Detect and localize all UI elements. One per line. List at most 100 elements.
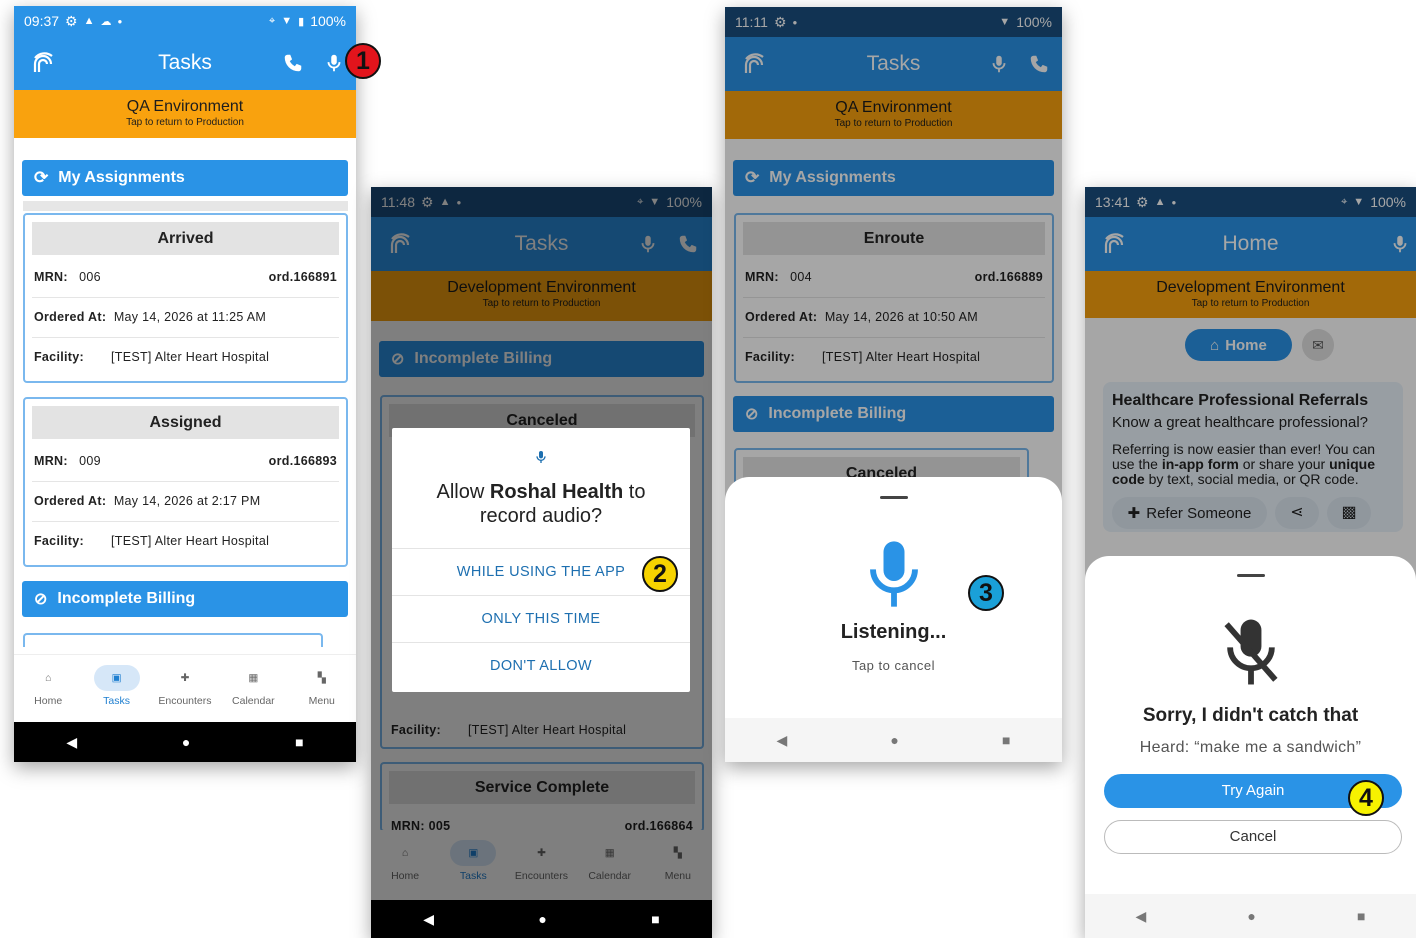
nav-label: Tasks (103, 695, 130, 707)
tap-to-cancel[interactable]: Tap to cancel (725, 658, 1062, 673)
mrn-value: 006 (79, 270, 101, 284)
step-badge: 2 (642, 556, 678, 592)
cancel-button[interactable]: Cancel (1104, 820, 1402, 854)
card-status: Arrived (32, 222, 339, 255)
nav-calendar[interactable]: ▦ Calendar (223, 665, 283, 707)
ordered-at-label: Ordered At: (34, 494, 107, 508)
back-icon[interactable]: ◀ (423, 911, 434, 928)
back-icon[interactable]: ◀ (66, 734, 77, 751)
card-status: Assigned (32, 406, 339, 439)
facility-label: Facility: (34, 534, 84, 548)
cloud-icon: ☁ (100, 15, 112, 28)
divider (32, 337, 339, 338)
voice-error-bottom-sheet: Sorry, I didn't catch that Heard: “make … (1085, 556, 1416, 938)
recents-icon[interactable]: ■ (651, 911, 659, 927)
error-title: Sorry, I didn't catch that (1142, 705, 1359, 726)
microphone-icon[interactable] (323, 52, 345, 74)
ordered-at-label: Ordered At: (34, 310, 107, 324)
environment-subtitle: Tap to return to Production (126, 117, 244, 128)
back-icon[interactable]: ◀ (777, 732, 788, 749)
home-circle-icon[interactable]: ● (1247, 908, 1255, 924)
environment-banner[interactable]: QA Environment Tap to return to Producti… (14, 90, 356, 138)
app-title: Tasks (158, 51, 212, 74)
dont-allow-button[interactable]: DON'T ALLOW (392, 642, 690, 689)
battery-percent: 100% (310, 13, 346, 29)
mrn-label: MRN: (34, 270, 68, 284)
divider (32, 297, 339, 298)
status-time: 09:37 (24, 13, 60, 29)
dialog-title-pre: Allow (436, 481, 485, 503)
gear-icon: ⚙ (65, 12, 78, 29)
section-title: My Assignments (58, 169, 185, 186)
sheet-handle (879, 496, 908, 499)
step-badge: 1 (345, 43, 381, 79)
facility-value: [TEST] Alter Heart Hospital (111, 534, 270, 548)
bottom-navigation: ⌂ Home ▣ Tasks ✚ Encounters ▦ Calendar ▚ Menu (14, 654, 356, 722)
home-circle-icon[interactable]: ● (890, 732, 898, 748)
system-navigation-bar: ◀ ● ■ (371, 900, 712, 938)
listening-title: Listening... (840, 621, 947, 643)
system-navigation-bar: ◀ ● ■ (14, 722, 356, 762)
facility-label: Facility: (34, 350, 84, 364)
check-circle-icon: ⊘ (34, 591, 48, 608)
phone-icon[interactable] (282, 52, 304, 74)
wifi-icon: ▼ (281, 15, 293, 27)
home-circle-icon[interactable]: ● (182, 734, 190, 750)
recents-icon[interactable]: ■ (295, 734, 303, 750)
dialog-app-name: Roshal Health (489, 481, 624, 503)
app-logo-icon (33, 52, 53, 72)
step-badge: 4 (1348, 780, 1384, 816)
inbox-icon: ▣ (93, 665, 140, 691)
section-divider (23, 201, 348, 211)
nav-encounters[interactable]: ✚ Encounters (155, 665, 215, 707)
nav-label: Home (34, 695, 63, 707)
divider (32, 481, 339, 482)
facility-value: [TEST] Alter Heart Hospital (111, 350, 270, 364)
assignment-card[interactable]: Assigned MRN: 009 ord.166893 Ordered At:… (23, 397, 348, 567)
recents-icon[interactable]: ■ (1002, 732, 1010, 748)
microphone-icon (869, 541, 918, 607)
step-badge: 3 (968, 575, 1004, 611)
back-icon[interactable]: ◀ (1136, 908, 1147, 925)
only-this-time-button[interactable]: ONLY THIS TIME (392, 595, 690, 642)
ordered-at-value: May 14, 2026 at 11:25 AM (113, 310, 267, 324)
heard-text: Heard: “make me a sandwich” (1139, 739, 1362, 756)
my-assignments-header[interactable]: ⟳ My Assignments (22, 160, 348, 196)
nav-tasks[interactable]: ▣ Tasks (87, 665, 147, 707)
mrn-value: 009 (79, 454, 101, 468)
microphone-off-icon (1223, 619, 1278, 685)
nav-home[interactable]: ⌂ Home (18, 665, 78, 707)
audio-permission-dialog: Allow Roshal Health to record audio? WHI… (392, 428, 690, 692)
nav-label: Menu (308, 695, 335, 707)
system-navigation-bar: ◀ ● ■ (1085, 894, 1416, 938)
status-bar: 09:37 ⚙ ▲ ☁ ● ⌖ ▼ ▮ 100% (14, 6, 356, 36)
order-id: ord.166891 (268, 270, 337, 284)
phone-screen-home-error: 13:41 ⚙ ▲ ● ⌖ ▼ 100% Home Development En… (1085, 187, 1416, 938)
grid-icon: ▚ (317, 672, 326, 684)
mrn-label: MRN: (34, 454, 68, 468)
phone-screen-listening: 11:11 ⚙ ● ▼ 100% Tasks QA Environment Ta… (725, 7, 1062, 762)
location-icon: ⌖ (269, 14, 276, 27)
app-bar: Tasks (14, 36, 356, 90)
nav-label: Encounters (158, 695, 212, 707)
medical-bag-icon: ✚ (180, 672, 190, 684)
assignment-card[interactable]: Arrived MRN: 006 ord.166891 Ordered At: … (23, 213, 348, 383)
home-circle-icon[interactable]: ● (538, 911, 546, 927)
dialog-title: Allow Roshal Health to record audio? (392, 480, 690, 528)
incomplete-billing-header[interactable]: ⊘ Incomplete Billing (22, 581, 348, 617)
microphone-icon (536, 451, 546, 463)
ordered-at-value: May 14, 2026 at 2:17 PM (113, 494, 261, 508)
system-navigation-bar: ◀ ● ■ (725, 718, 1062, 762)
navigation-icon: ▲ (83, 15, 95, 27)
nav-label: Calendar (232, 695, 275, 707)
listening-bottom-sheet[interactable]: Listening... Tap to cancel ◀ ● ■ (725, 477, 1062, 762)
calendar-icon: ▦ (248, 672, 259, 684)
divider (32, 521, 339, 522)
home-icon: ⌂ (45, 672, 52, 684)
phone-screen-tasks-qa: 09:37 ⚙ ▲ ☁ ● ⌖ ▼ ▮ 100% Tasks QA Enviro… (14, 6, 356, 762)
section-title: Incomplete Billing (57, 590, 196, 607)
order-id: ord.166893 (268, 454, 337, 468)
nav-menu[interactable]: ▚ Menu (292, 665, 352, 707)
recents-icon[interactable]: ■ (1357, 908, 1365, 924)
battery-icon: ▮ (298, 15, 305, 28)
